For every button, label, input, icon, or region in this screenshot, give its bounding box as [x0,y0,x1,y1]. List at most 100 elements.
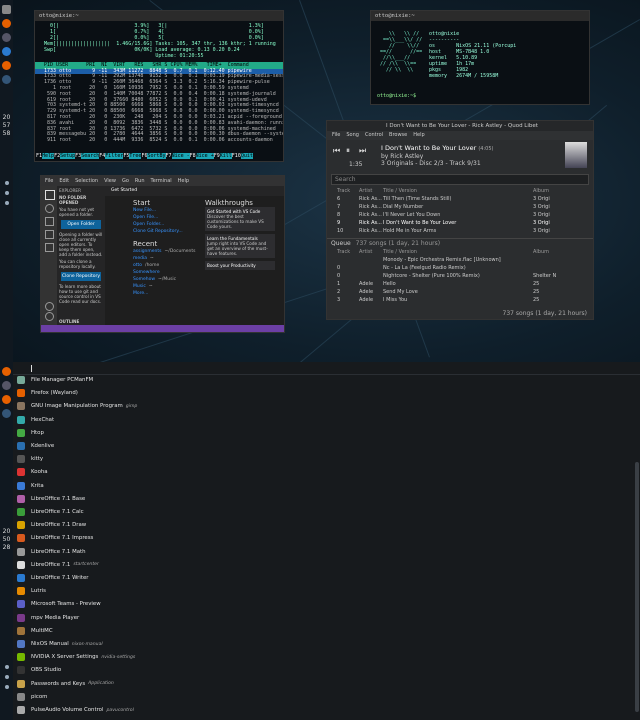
launcher-item[interactable]: LibreOffice 7.1 Base [17,493,85,505]
menu-terminal[interactable]: Terminal [151,176,172,186]
launcher-item[interactable]: LibreOffice 7.1 Draw [17,519,86,531]
queue-list[interactable]: Track Artist Title / Version Album Monody - … [327,248,593,304]
launcher-item[interactable]: Kooha [17,466,48,478]
neofetch-window[interactable]: otto@nixie:~ \\ \\ // ==\\___\\/ // // \… [370,10,590,105]
walkthrough-card[interactable]: Boost your Productivity [205,261,275,270]
launcher-item[interactable]: Krita [17,480,44,492]
menu-run[interactable]: Run [135,176,145,186]
account-icon[interactable] [45,302,54,311]
launcher-item[interactable]: Htop [17,427,44,439]
launcher-item[interactable]: picom [17,691,47,703]
table-row[interactable]: 0 Nightcore - Shelter (Pure 100% Remix) Sh… [327,272,593,280]
launcher-item[interactable]: kitty [17,453,43,465]
table-row[interactable]: Monody - Epic Orchestra Remix.flac [Unkn… [327,256,593,264]
column-header[interactable]: Title / Version [383,248,533,256]
queue-bar[interactable]: Queue 737 songs (1 day, 21 hours) [327,238,593,248]
process-list[interactable]: 1733 otto 9 -11 343M 11272 8848 S 0.7 0.… [35,68,283,144]
launcher-item[interactable]: HexChat [17,414,54,426]
quodlibet-window[interactable]: I Don't Want to Be Your Lover - Rick Ast… [326,120,594,320]
run-debug-icon[interactable] [45,230,54,239]
launcher-item[interactable]: LibreOffice 7.1 Math [17,546,86,558]
walkthrough-card[interactable]: Get Started with VS Code Discover the bes… [205,207,275,231]
recent-item[interactable]: Somewhere Somehow ~/Music [133,269,203,283]
clone-repository-button[interactable]: Clone Repository [61,272,101,281]
start-link[interactable]: Clone Git Repository... [133,228,203,235]
open-folder-button[interactable]: Open Folder [61,220,101,229]
function-key-kill[interactable]: Kill [219,153,232,159]
recent-item[interactable]: assignments ~/Documents [133,248,203,255]
table-row[interactable]: 7 Rick As... Dial My Number 3 Origi [327,203,593,211]
search-input[interactable]: Search [331,174,589,185]
recent-item[interactable]: otto/home [133,262,203,269]
track-list[interactable]: Track Artist Title / Version Album 6 Rick As.… [327,187,593,235]
firefox-icon[interactable] [2,395,11,404]
start-link[interactable]: New File... [133,207,203,214]
launcher-item[interactable]: NixOS Manual nixos-manual [17,638,103,650]
menu-file[interactable]: File [45,176,53,186]
next-icon[interactable]: ⏭ [359,146,366,156]
launcher-search-input[interactable] [13,362,640,375]
launcher-item[interactable]: OBS Studio [17,664,61,676]
column-header[interactable]: Artist [359,248,383,256]
column-header[interactable]: Track [337,187,359,195]
shell-prompt[interactable]: otto@nixie:~$ [377,93,416,99]
menu-edit[interactable]: Edit [59,176,69,186]
menu-go[interactable]: Go [122,176,129,186]
terminal-icon[interactable] [2,33,11,42]
menu-control[interactable]: Control [365,131,383,140]
function-key-filter[interactable]: Filter [105,153,124,159]
power-icon[interactable] [4,685,9,689]
table-row[interactable]: 1 Adele Hello 25 [327,280,593,288]
launcher-item[interactable]: NVIDIA X Server Settings nvidia-settings [17,651,135,663]
extensions-icon[interactable] [45,243,54,252]
column-header[interactable]: Track [337,248,359,256]
launcher-item[interactable]: mpv Media Player [17,612,79,624]
start-link[interactable]: Open File... [133,214,203,221]
table-row[interactable]: 8 Rick As... I'll Never Let You Down 3 Orig… [327,211,593,219]
menu-file[interactable]: File [332,131,340,140]
function-key-quit[interactable]: Quit [240,153,253,159]
function-key-sortby[interactable]: SortBy [147,153,166,159]
firefox-icon[interactable] [2,19,11,28]
process-row[interactable]: 911 root 20 0 444M 9336 8524 S 0.0 0.1 0… [35,137,283,144]
launcher-item[interactable]: Kdenlive [17,440,54,452]
app-launcher-icon[interactable] [2,5,11,14]
launcher-item[interactable]: File Manager PCManFM [17,374,93,386]
volume-icon[interactable] [4,665,9,669]
function-key-setup[interactable]: Setup [60,153,76,159]
function-key-nice--[interactable]: Nice - [171,153,190,159]
tab-get-started[interactable]: Get Started [105,186,284,196]
launcher-item[interactable]: LibreOffice 7.1 Writer [17,572,89,584]
table-row[interactable]: 3 Adele I Miss You 25 [327,296,593,304]
function-key-help[interactable]: Help [42,153,55,159]
terminal-icon[interactable] [2,381,11,390]
outline-section[interactable]: OUTLINE [59,319,79,324]
vscode-window[interactable]: File Edit Selection View Go Run Terminal Help E… [40,175,285,333]
launcher-item[interactable]: Firefox (Wayland) [17,387,78,399]
menu-help[interactable]: Help [178,176,189,186]
column-header[interactable]: Album [533,187,593,195]
htop-footer[interactable]: F1HelpF2SetupF3SearchF4FilterF5TreeF6Sor… [36,153,282,160]
vscode-icon[interactable] [2,47,11,56]
menu-view[interactable]: View [104,176,116,186]
table-row[interactable]: 10 Rick As... Hold Me in Your Arms 3 Origi [327,227,593,235]
launcher-item[interactable]: PulseAudio Volume Control pavucontrol [17,704,134,716]
recent-more-link[interactable]: More... [133,290,203,297]
table-row[interactable]: 2 Adele Send My Love 25 [327,288,593,296]
firefox-icon[interactable] [2,61,11,70]
network-icon[interactable] [4,191,9,195]
function-key-nice-+[interactable]: Nice + [195,153,214,159]
firefox-icon[interactable] [2,367,11,376]
launcher-scrollbar[interactable] [635,462,639,712]
pause-icon[interactable]: ⏸ [346,146,350,156]
launcher-item[interactable]: GNU Image Manipulation Program gimp [17,400,137,412]
source-control-icon[interactable] [45,217,54,226]
volume-icon[interactable] [4,181,9,185]
function-key-tree[interactable]: Tree [129,153,142,159]
previous-icon[interactable]: ⏮ [333,146,340,156]
start-link[interactable]: Open Folder... [133,221,203,228]
table-row[interactable]: 0 Nc - La La (Feelgud Radio Remix) [327,264,593,272]
column-header[interactable]: Album [533,248,593,256]
htop-window[interactable]: otto@nixie:~ 0[| 3.9%] 3[| 1.3%] 1[ 0.7%… [34,10,284,162]
column-header[interactable]: Artist [359,187,383,195]
